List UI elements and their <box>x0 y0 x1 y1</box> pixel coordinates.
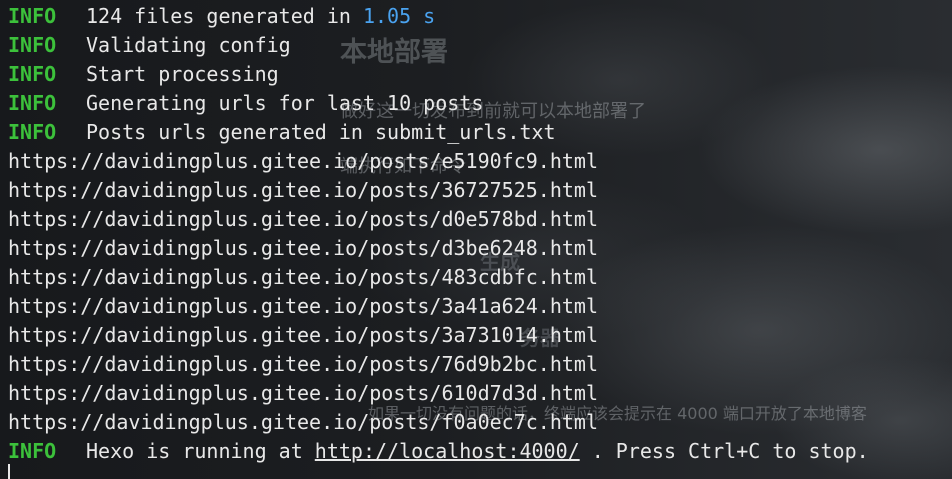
log-level: INFO <box>8 91 57 115</box>
log-level: INFO <box>8 439 57 463</box>
url-line: https://davidingplus.gitee.io/posts/483c… <box>8 265 599 289</box>
terminal-output[interactable]: INFO 124 files generated in 1.05 s INFO Va… <box>0 0 952 479</box>
log-message: 124 files generated in <box>86 4 363 28</box>
localhost-link[interactable]: http://localhost:4000/ <box>315 439 580 463</box>
log-line: INFO Validating config <box>8 31 291 60</box>
log-message-suffix: . Press Ctrl+C to stop. <box>579 439 869 463</box>
log-level: INFO <box>8 120 57 144</box>
log-message: Validating config <box>86 33 291 57</box>
url-line: https://davidingplus.gitee.io/posts/d3be… <box>8 236 599 260</box>
log-line: INFO Generating urls for last 10 posts <box>8 89 483 118</box>
log-line: INFO Posts urls generated in submit_urls.… <box>8 118 556 147</box>
url-line: https://davidingplus.gitee.io/posts/d0e5… <box>8 207 599 231</box>
log-duration: 1.05 s <box>362 4 436 28</box>
log-message: Start processing <box>86 62 279 86</box>
url-line: https://davidingplus.gitee.io/posts/610d… <box>8 381 599 405</box>
log-message: Hexo is running at <box>86 439 315 463</box>
text-cursor <box>8 464 10 479</box>
url-line: https://davidingplus.gitee.io/posts/3a73… <box>8 323 599 347</box>
server-running-line: INFO Hexo is running at http://localhost:… <box>8 437 869 466</box>
log-line: INFO 124 files generated in 1.05 s <box>8 2 435 31</box>
log-level: INFO <box>8 33 57 57</box>
log-message: Posts urls generated in submit_urls.txt <box>86 120 556 144</box>
url-line: https://davidingplus.gitee.io/posts/e519… <box>8 149 599 173</box>
log-message: Generating urls for last 10 posts <box>86 91 484 115</box>
url-line: https://davidingplus.gitee.io/posts/3672… <box>8 178 599 202</box>
log-line: INFO Start processing <box>8 60 279 89</box>
url-line: https://davidingplus.gitee.io/posts/76d9… <box>8 352 599 376</box>
url-line: https://davidingplus.gitee.io/posts/3a41… <box>8 294 599 318</box>
url-line: https://davidingplus.gitee.io/posts/f0a0… <box>8 410 599 434</box>
log-level: INFO <box>8 62 57 86</box>
log-level: INFO <box>8 4 57 28</box>
